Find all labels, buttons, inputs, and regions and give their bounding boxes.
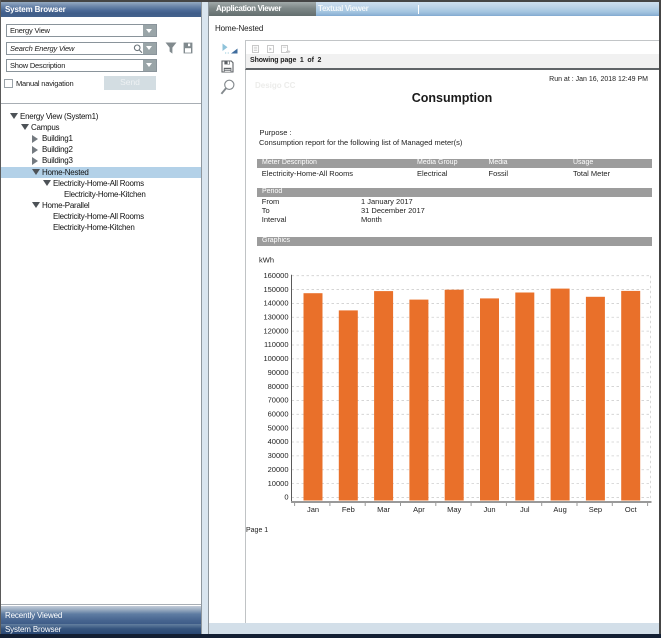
svg-text:Jan: Jan xyxy=(307,505,319,514)
svg-text:Jul: Jul xyxy=(520,505,530,514)
svg-text:110000: 110000 xyxy=(264,340,288,349)
svg-text:130000: 130000 xyxy=(263,312,288,321)
svg-text:80000: 80000 xyxy=(268,382,289,391)
svg-text:0: 0 xyxy=(284,493,288,502)
svg-text:120000: 120000 xyxy=(263,326,288,335)
svg-text:Sep: Sep xyxy=(589,505,602,514)
svg-text:Jun: Jun xyxy=(483,505,495,514)
svg-text:160000: 160000 xyxy=(263,271,288,280)
svg-text:Oct: Oct xyxy=(625,505,638,514)
svg-text:Aug: Aug xyxy=(553,505,566,514)
svg-text:90000: 90000 xyxy=(268,368,289,377)
svg-text:kWh: kWh xyxy=(259,256,274,265)
svg-text:70000: 70000 xyxy=(268,396,289,405)
svg-text:50000: 50000 xyxy=(268,423,289,432)
svg-text:140000: 140000 xyxy=(263,299,288,308)
svg-text:Feb: Feb xyxy=(342,505,355,514)
svg-text:Apr: Apr xyxy=(413,505,425,514)
svg-text:20000: 20000 xyxy=(268,465,289,474)
svg-text:60000: 60000 xyxy=(268,410,289,419)
svg-text:Mar: Mar xyxy=(377,505,390,514)
svg-text:May: May xyxy=(447,505,461,514)
svg-text:150000: 150000 xyxy=(263,285,288,294)
svg-text:30000: 30000 xyxy=(268,451,289,460)
svg-text:10000: 10000 xyxy=(268,479,289,488)
svg-text:100000: 100000 xyxy=(263,354,288,363)
svg-text:40000: 40000 xyxy=(268,437,289,446)
